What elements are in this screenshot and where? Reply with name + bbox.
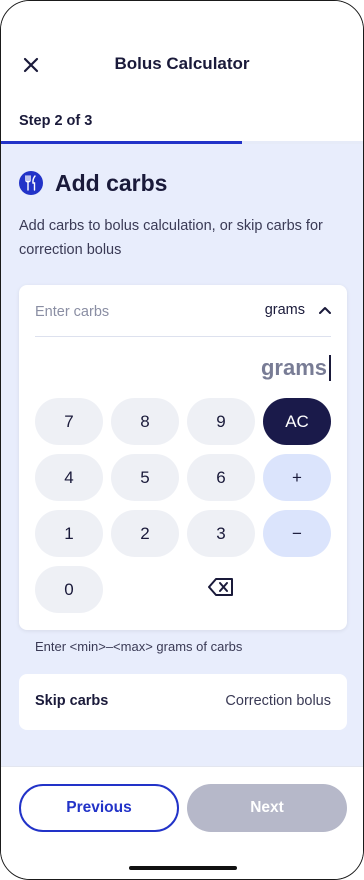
- digit-key-4[interactable]: 4: [35, 454, 103, 501]
- carb-display-text: grams: [260, 355, 327, 380]
- digit-key-1[interactable]: 1: [35, 510, 103, 557]
- skip-carbs-value: Correction bolus: [225, 693, 331, 709]
- app-header: Bolus Calculator: [1, 1, 363, 101]
- main-content: Add carbs Add carbs to bolus calculation…: [1, 144, 363, 766]
- carb-range-hint: Enter <min>–<max> grams of carbs: [35, 639, 243, 654]
- footer-actions: Previous Next: [1, 766, 363, 879]
- fork-knife-icon: [19, 171, 43, 195]
- carb-display: grams: [261, 355, 331, 381]
- skip-carbs-label: Skip carbs: [35, 693, 109, 709]
- minus-key[interactable]: −: [263, 510, 331, 557]
- next-button[interactable]: Next: [187, 784, 347, 832]
- phone-frame: Bolus Calculator Step 2 of 3 Add carbs A…: [0, 0, 364, 880]
- unit-dropdown[interactable]: grams: [265, 301, 331, 319]
- clear-key[interactable]: AC: [263, 398, 331, 445]
- digit-key-8[interactable]: 8: [111, 398, 179, 445]
- digit-key-2[interactable]: 2: [111, 510, 179, 557]
- step-indicator: Step 2 of 3: [1, 101, 363, 144]
- section-header: Add carbs: [19, 170, 167, 196]
- backspace-key[interactable]: [187, 566, 255, 613]
- section-title: Add carbs: [55, 169, 168, 196]
- page-title: Bolus Calculator: [114, 54, 250, 73]
- text-cursor: [329, 355, 331, 381]
- digit-key-9[interactable]: 9: [187, 398, 255, 445]
- plus-key[interactable]: +: [263, 454, 331, 501]
- digit-key-7[interactable]: 7: [35, 398, 103, 445]
- section-description: Add carbs to bolus calculation, or skip …: [19, 218, 323, 258]
- carb-entry-card: Enter carbs grams grams 7 8 9 AC 4 5 6 +1 2 3− 0: [19, 285, 347, 630]
- skip-carbs-option[interactable]: Skip carbs Correction bolus: [19, 674, 347, 730]
- digit-key-6[interactable]: 6: [187, 454, 255, 501]
- digit-key-5[interactable]: 5: [111, 454, 179, 501]
- digit-key-3[interactable]: 3: [187, 510, 255, 557]
- step-label: Step 2 of 3: [19, 113, 93, 129]
- chevron-up-icon: [319, 301, 331, 319]
- backspace-icon: [208, 578, 234, 601]
- carb-input-placeholder: Enter carbs: [35, 304, 110, 320]
- carb-input-row[interactable]: Enter carbs grams: [35, 285, 331, 337]
- previous-button[interactable]: Previous: [19, 784, 179, 832]
- unit-label: grams: [264, 302, 305, 318]
- digit-key-0[interactable]: 0: [35, 566, 103, 613]
- home-indicator: [129, 866, 237, 870]
